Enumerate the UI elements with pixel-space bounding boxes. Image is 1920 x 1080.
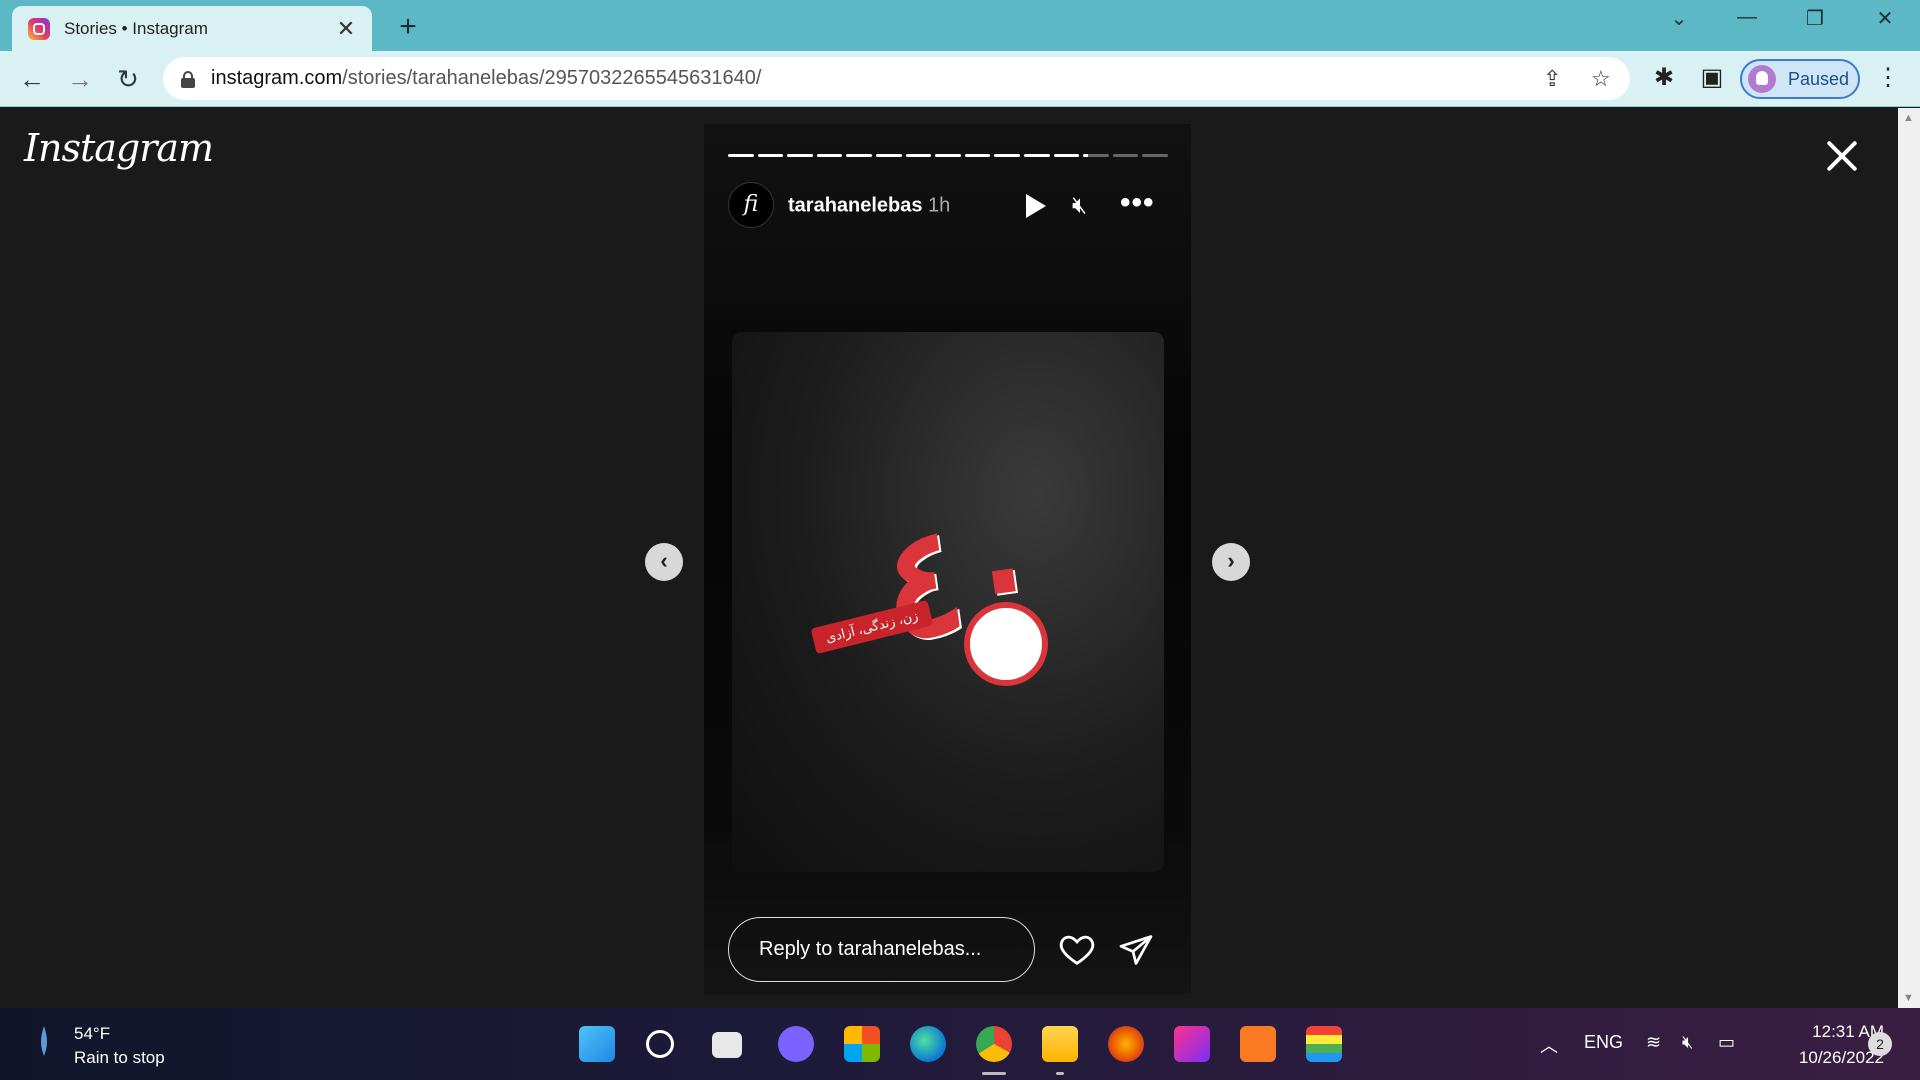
progress-segment — [1053, 154, 1080, 157]
tab-close-icon[interactable]: ✕ — [334, 16, 358, 42]
send-message-icon[interactable] — [1118, 932, 1154, 968]
explorer-running-indicator — [1056, 1072, 1064, 1075]
microsoft-store-icon[interactable] — [844, 1026, 880, 1062]
wifi-icon[interactable]: ≋ — [1646, 1032, 1661, 1053]
progress-segment — [757, 154, 784, 157]
progress-segment — [1083, 154, 1109, 157]
bookmark-star-icon[interactable]: ☆ — [1591, 66, 1611, 92]
story-media-image[interactable]: ٤٠ زن، زندگی، آزادی — [732, 332, 1164, 872]
reply-input[interactable]: Reply to tarahanelebas... — [728, 917, 1035, 982]
file-explorer-icon[interactable] — [1042, 1026, 1078, 1062]
notification-badge[interactable]: 2 — [1868, 1032, 1892, 1056]
mute-icon[interactable]: 🔇︎ — [1072, 192, 1087, 220]
progress-segment — [964, 154, 991, 157]
progress-segment — [905, 154, 932, 157]
progress-segment — [875, 154, 902, 157]
xampp-icon[interactable] — [1240, 1026, 1276, 1062]
firefox-icon[interactable] — [1108, 1026, 1144, 1062]
reply-placeholder: Reply to tarahanelebas... — [759, 938, 982, 960]
restore-button[interactable]: ❐ — [1800, 6, 1830, 31]
next-story-button[interactable]: › — [1212, 543, 1250, 581]
side-panel-icon[interactable]: ▣ — [1696, 63, 1728, 92]
browser-menu-icon[interactable]: ⋮ — [1872, 63, 1904, 92]
progress-segment — [787, 154, 813, 157]
extensions-icon[interactable]: ✱ — [1648, 63, 1680, 92]
weather-temperature[interactable]: 54°F — [74, 1024, 110, 1044]
like-heart-icon[interactable] — [1058, 930, 1096, 968]
instagram-stories-page: Instagram ‹ › fi tarahanelebas 1h 🔇︎ •••… — [0, 108, 1898, 1008]
progress-segment — [994, 154, 1020, 157]
url-path: /stories/tarahanelebas/29570322655456316… — [342, 67, 762, 89]
battery-icon[interactable]: ▭ — [1718, 1032, 1735, 1053]
phpstorm-icon[interactable] — [1174, 1026, 1210, 1062]
address-bar[interactable]: instagram.com/stories/tarahanelebas/2957… — [163, 57, 1630, 100]
clock-date[interactable]: 10/26/2022 — [1764, 1048, 1884, 1068]
progress-segment — [1112, 154, 1139, 157]
page-scrollbar[interactable]: ▲ ▼ — [1898, 108, 1920, 1008]
previous-story-button[interactable]: ‹ — [645, 543, 683, 581]
progress-segment — [1023, 154, 1050, 157]
more-options-icon[interactable]: ••• — [1120, 186, 1155, 220]
url-host: instagram.com — [211, 67, 343, 89]
story-viewer: fi tarahanelebas 1h 🔇︎ ••• ٤٠ زن، زندگی،… — [704, 124, 1191, 994]
progress-segment — [935, 154, 961, 157]
browser-tab-bar: Stories • Instagram ✕ + ⌄ — ❐ ✕ — [0, 0, 1920, 51]
chrome-icon[interactable] — [976, 1026, 1012, 1062]
start-menu-icon[interactable] — [579, 1026, 615, 1062]
close-story-icon[interactable] — [1822, 136, 1862, 176]
edge-icon[interactable] — [910, 1026, 946, 1062]
reload-button[interactable]: ↻ — [110, 61, 146, 97]
lock-icon[interactable] — [181, 70, 195, 88]
instagram-logo[interactable]: Instagram — [24, 126, 214, 170]
progress-segment — [728, 154, 754, 157]
instagram-favicon-icon — [28, 17, 50, 40]
task-view-icon[interactable] — [712, 1032, 742, 1058]
scroll-up-arrow-icon[interactable]: ▲ — [1903, 112, 1914, 124]
profile-status: Paused — [1788, 68, 1850, 89]
browser-tab[interactable]: Stories • Instagram ✕ — [12, 6, 372, 51]
progress-segment — [1142, 154, 1168, 157]
minimize-button[interactable]: — — [1732, 6, 1762, 29]
progress-segment — [816, 154, 843, 157]
story-username[interactable]: tarahanelebas — [788, 195, 923, 218]
volume-muted-icon[interactable]: 🔇︎ — [1682, 1032, 1693, 1053]
story-avatar[interactable]: fi — [728, 182, 774, 228]
back-button[interactable]: ← — [14, 61, 50, 97]
scroll-down-arrow-icon[interactable]: ▼ — [1903, 992, 1914, 1004]
tab-title: Stories • Instagram — [64, 18, 208, 38]
show-hidden-icons[interactable]: ︿ — [1540, 1032, 1558, 1058]
story-progress-bar — [728, 154, 1168, 157]
play-icon[interactable] — [1026, 194, 1046, 218]
tab-search-icon[interactable]: ⌄ — [1664, 6, 1694, 31]
chat-icon[interactable] — [778, 1026, 814, 1062]
new-tab-button[interactable]: + — [392, 10, 424, 44]
emblem-seal — [964, 602, 1048, 686]
story-time: 1h — [928, 194, 951, 217]
search-icon[interactable] — [646, 1030, 674, 1058]
profile-button[interactable]: Paused — [1740, 59, 1860, 99]
weather-description[interactable]: Rain to stop — [74, 1048, 165, 1068]
forward-button[interactable]: → — [62, 61, 98, 97]
weather-rain-icon[interactable] — [38, 1024, 50, 1058]
close-window-button[interactable]: ✕ — [1870, 6, 1900, 31]
browser-toolbar: ← → ↻ instagram.com/stories/tarahaneleba… — [0, 51, 1920, 107]
share-icon[interactable]: ⇪ — [1543, 66, 1561, 92]
progress-segment — [846, 154, 872, 157]
windows-taskbar: 54°F Rain to stop ︿ ENG ≋ 🔇︎ ▭ 12:31 AM … — [0, 1008, 1920, 1080]
chrome-active-indicator — [982, 1072, 1006, 1075]
language-indicator[interactable]: ENG — [1584, 1032, 1623, 1053]
bluestacks-icon[interactable] — [1306, 1026, 1342, 1062]
profile-avatar — [1748, 65, 1776, 93]
